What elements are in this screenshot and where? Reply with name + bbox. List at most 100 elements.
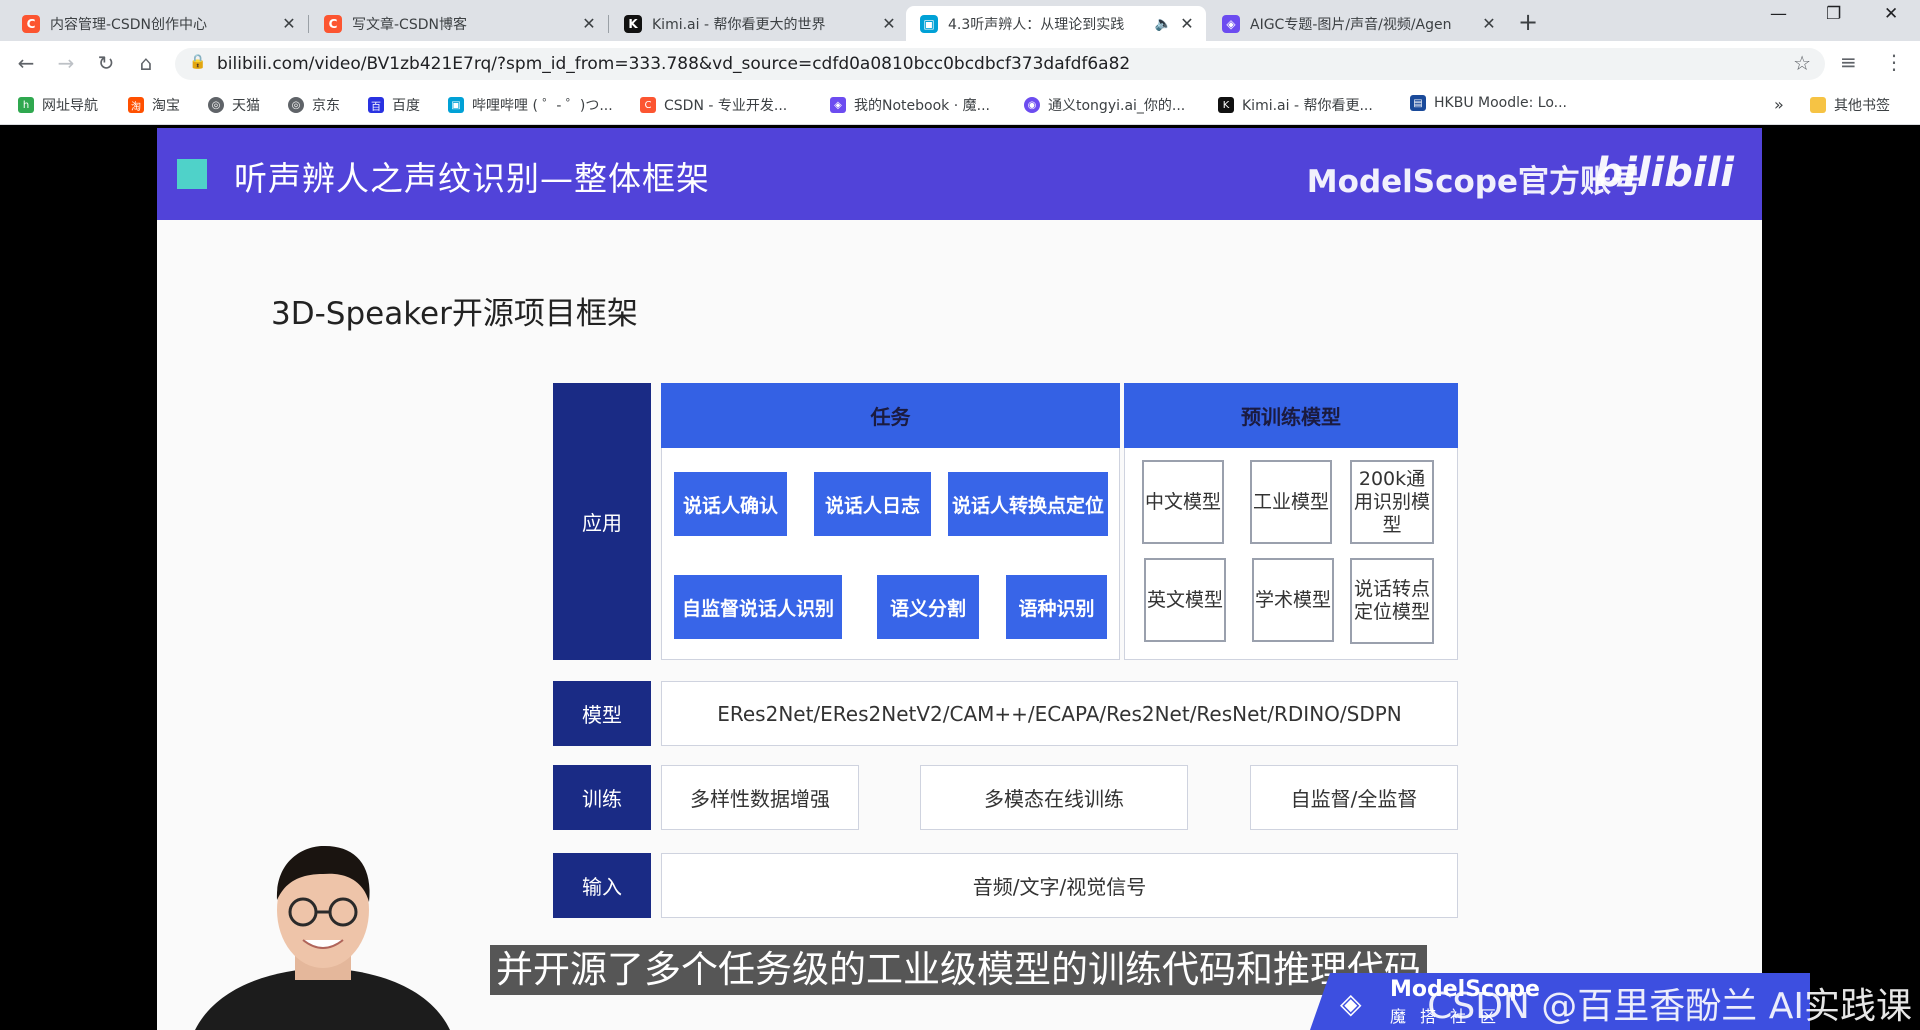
bookmark-label: 京东 <box>312 98 340 114</box>
task-item: 说话人转换点定位 <box>948 472 1108 536</box>
hao-icon: h <box>18 97 34 113</box>
tab-title: 4.3听声辨人：从理论到实践 <box>948 16 1125 33</box>
pretrained-model: 英文模型 <box>1144 558 1226 642</box>
reading-list-icon[interactable]: ≡ <box>1840 50 1857 74</box>
tab-kimi[interactable]: K Kimi.ai - 帮你看更大的世界 ✕ <box>610 6 908 41</box>
speaker-icon[interactable]: 🔈 <box>1155 16 1172 32</box>
kimi-icon: K <box>624 14 642 33</box>
bookmark-label: 百度 <box>392 98 420 114</box>
bookmark-label: 网址导航 <box>42 98 98 114</box>
bookmark-star-icon[interactable]: ☆ <box>1793 51 1811 75</box>
model-label: 模型 <box>553 681 651 746</box>
close-icon[interactable]: ✕ <box>580 14 598 33</box>
close-window-icon[interactable]: ✕ <box>1884 4 1898 24</box>
task-item: 说话人日志 <box>814 472 931 536</box>
reload-icon[interactable]: ↻ <box>92 49 120 77</box>
bookmark-label: CSDN - 专业开发... <box>664 98 788 114</box>
video-player[interactable]: 听声辨人之声纹识别—整体框架 ModelScope官方账号 bilibili 3… <box>0 125 1920 1030</box>
task-item: 语义分割 <box>877 575 979 639</box>
pretrained-header: 预训练模型 <box>1124 383 1458 448</box>
bookmark-label: 通义tongyi.ai_你的... <box>1048 98 1186 114</box>
bookmark-label: HKBU Moodle: Lo... <box>1434 95 1567 111</box>
bookmark-item[interactable]: h 网址导航 <box>18 95 98 115</box>
minimize-icon[interactable]: — <box>1770 4 1787 24</box>
globe-icon: ◎ <box>208 97 224 113</box>
bookmark-item[interactable]: ◎ 京东 <box>288 95 340 115</box>
bookmarks-overflow-button[interactable]: » <box>1774 95 1784 114</box>
tab-title: 内容管理-CSDN创作中心 <box>50 16 207 33</box>
pretrained-model: 工业模型 <box>1250 460 1332 544</box>
csdn-icon: C <box>22 14 40 33</box>
slide-title: 听声辨人之声纹识别—整体框架 <box>234 159 710 198</box>
new-tab-icon[interactable]: + <box>1518 8 1538 36</box>
bookmark-item[interactable]: 淘淘宝 <box>128 95 180 115</box>
menu-icon[interactable]: ⋮ <box>1884 50 1904 74</box>
csdn-icon: C <box>324 14 342 33</box>
task-item: 说话人确认 <box>674 472 787 536</box>
video-caption: 并开源了多个任务级的工业级模型的训练代码和推理代码 <box>490 945 1427 995</box>
tab-csdn-write[interactable]: C 写文章-CSDN博客 ✕ <box>310 6 609 41</box>
input-value: 音频/文字/视觉信号 <box>661 853 1458 918</box>
tab-divider <box>608 15 609 33</box>
bookmark-item[interactable]: ▣ 哔哩哔哩 ( ゜- ゜)つ... <box>448 95 613 115</box>
folder-icon <box>1810 97 1826 113</box>
task-item: 语种识别 <box>1006 575 1107 639</box>
pretrained-model: 中文模型 <box>1142 460 1224 544</box>
bookmark-item[interactable]: ▤ HKBU Moodle: Lo... <box>1410 95 1567 111</box>
bookmarks-bar: h 网址导航 淘淘宝 ◎ 天猫 ◎ 京东 百百度 ▣ 哔哩哔哩 ( ゜- ゜)つ... … <box>0 87 1920 125</box>
bookmark-label: 我的Notebook · 魔... <box>854 98 990 114</box>
kimi-icon: K <box>1218 97 1234 113</box>
tab-aigc[interactable]: ◈ AIGC专题-图片/声音/视频/Agen ✕ <box>1208 6 1508 41</box>
train-label: 训练 <box>553 765 651 830</box>
close-icon[interactable]: ✕ <box>1178 14 1196 33</box>
url-text[interactable]: bilibili.com/video/BV1zb421E7rq/?spm_id_… <box>217 54 1130 74</box>
tab-divider <box>308 15 309 33</box>
train-item: 自监督/全监督 <box>1250 765 1458 830</box>
task-header: 任务 <box>661 383 1120 448</box>
bookmark-item[interactable]: ◈ 我的Notebook · 魔... <box>830 95 990 115</box>
bookmark-item[interactable]: ◉ 通义tongyi.ai_你的... <box>1024 95 1185 115</box>
tab-title: Kimi.ai - 帮你看更大的世界 <box>652 16 826 33</box>
home-icon[interactable]: ⌂ <box>132 49 160 77</box>
bilibili-logo: bilibili <box>1594 150 1734 196</box>
tab-title: AIGC专题-图片/声音/视频/Agen <box>1250 16 1452 33</box>
presenter-avatar <box>195 845 450 1030</box>
restore-icon[interactable]: ❐ <box>1826 4 1841 24</box>
csdn-icon: C <box>640 97 656 113</box>
train-item: 多模态在线训练 <box>920 765 1188 830</box>
overflow-label: » <box>1774 95 1784 114</box>
globe-icon: ◎ <box>288 97 304 113</box>
bookmark-item[interactable]: C CSDN - 专业开发... <box>640 95 787 115</box>
forward-icon[interactable]: → <box>52 49 80 77</box>
back-icon[interactable]: ← <box>12 49 40 77</box>
bookmark-item[interactable]: K Kimi.ai - 帮你看更... <box>1218 95 1373 115</box>
bookmark-label: 淘宝 <box>152 98 180 114</box>
tongyi-icon: ◉ <box>1024 97 1040 113</box>
app-label: 应用 <box>553 383 651 660</box>
csdn-watermark: CSDN @百里香酚兰 AI实践课 <box>1427 986 1912 1027</box>
bookmark-item[interactable]: ◎ 天猫 <box>208 95 260 115</box>
bookmark-item[interactable]: 百百度 <box>368 95 420 115</box>
close-icon[interactable]: ✕ <box>1480 14 1498 33</box>
input-label: 输入 <box>553 853 651 918</box>
lock-icon: 🔒 <box>189 54 207 70</box>
bilibili-icon: ▣ <box>448 97 464 113</box>
moodle-icon: ▤ <box>1410 95 1426 111</box>
other-bookmarks-folder[interactable]: 其他书签 <box>1810 95 1890 115</box>
pretrained-model: 说话转点定位模型 <box>1350 558 1434 644</box>
address-bar[interactable]: 🔒 bilibili.com/video/BV1zb421E7rq/?spm_i… <box>175 48 1825 80</box>
folder-label: 其他书签 <box>1834 98 1890 114</box>
model-list: ERes2Net/ERes2NetV2/CAM++/ECAPA/Res2Net/… <box>661 681 1458 746</box>
toolbar: ← → ↻ ⌂ 🔒 bilibili.com/video/BV1zb421E7r… <box>0 41 1920 87</box>
pretrained-model: 学术模型 <box>1252 558 1334 642</box>
close-icon[interactable]: ✕ <box>880 14 898 33</box>
tab-bar: C 内容管理-CSDN创作中心 ✕ C 写文章-CSDN博客 ✕ K Kimi.… <box>0 0 1920 41</box>
tab-bilibili-video[interactable]: ▣ 4.3听声辨人：从理论到实践 🔈 ✕ <box>906 6 1206 41</box>
task-item: 自监督说话人识别 <box>674 575 842 639</box>
close-icon[interactable]: ✕ <box>280 14 298 33</box>
bookmark-label: Kimi.ai - 帮你看更... <box>1242 98 1373 114</box>
tab-csdn-content[interactable]: C 内容管理-CSDN创作中心 ✕ <box>8 6 309 41</box>
tab-title: 写文章-CSDN博客 <box>352 16 467 33</box>
bookmark-label: 天猫 <box>232 98 260 114</box>
modelscope-icon: ◈ <box>830 97 846 113</box>
